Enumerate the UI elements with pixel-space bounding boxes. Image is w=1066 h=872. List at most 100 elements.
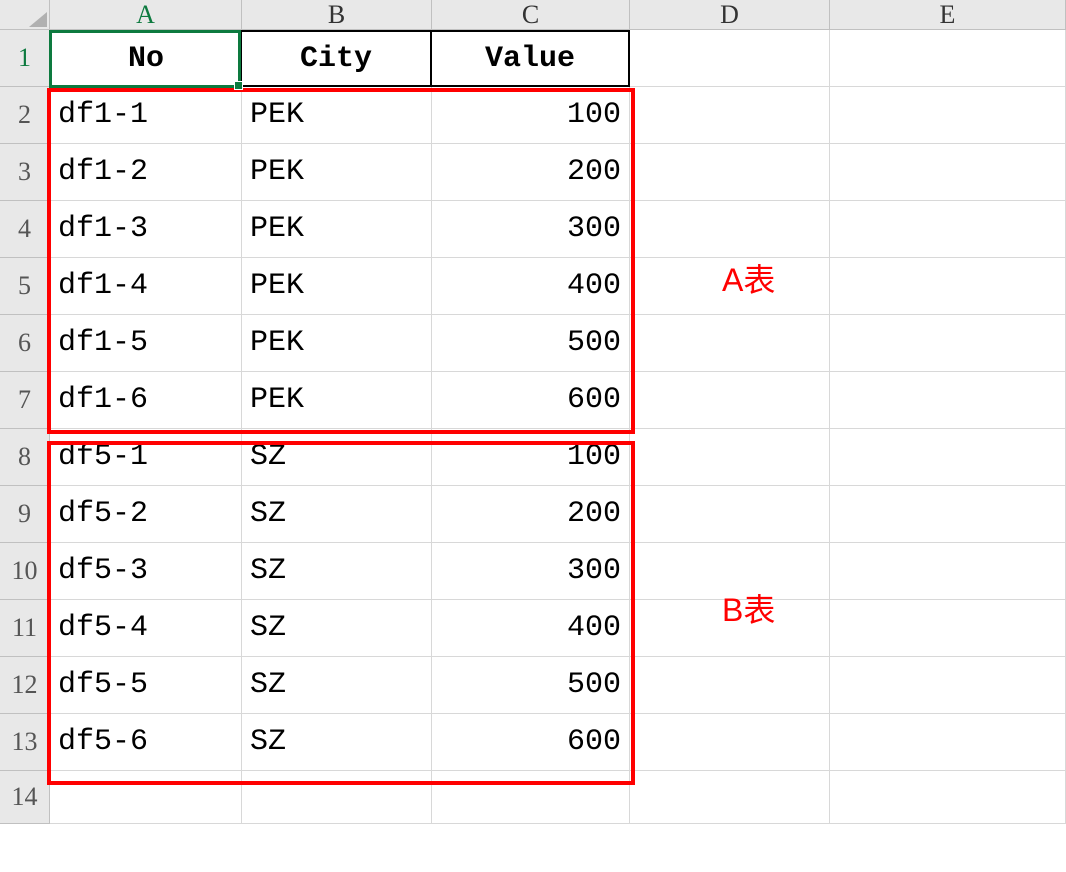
cell-b14[interactable] [242, 771, 432, 824]
cell-c9[interactable]: 200 [432, 486, 630, 543]
cell-d8[interactable] [630, 429, 830, 486]
row-header-2[interactable]: 2 [0, 87, 50, 144]
cell-c1[interactable]: Value [432, 30, 630, 87]
cell-d2[interactable] [630, 87, 830, 144]
cell-a2[interactable]: df1-1 [50, 87, 242, 144]
cell-a9[interactable]: df5-2 [50, 486, 242, 543]
row-header-14[interactable]: 14 [0, 771, 50, 824]
cell-b1[interactable]: City [242, 30, 432, 87]
cell-e8[interactable] [830, 429, 1066, 486]
cell-e14[interactable] [830, 771, 1066, 824]
cell-a10[interactable]: df5-3 [50, 543, 242, 600]
cell-b9[interactable]: SZ [242, 486, 432, 543]
row-header-12[interactable]: 12 [0, 657, 50, 714]
cell-b10[interactable]: SZ [242, 543, 432, 600]
cell-e10[interactable] [830, 543, 1066, 600]
cell-d7[interactable] [630, 372, 830, 429]
cell-d12[interactable] [630, 657, 830, 714]
cell-b6[interactable]: PEK [242, 315, 432, 372]
cell-b4[interactable]: PEK [242, 201, 432, 258]
cell-a4[interactable]: df1-3 [50, 201, 242, 258]
cell-a6[interactable]: df1-5 [50, 315, 242, 372]
cell-c3[interactable]: 200 [432, 144, 630, 201]
cell-d14[interactable] [630, 771, 830, 824]
row-header-11[interactable]: 11 [0, 600, 50, 657]
cell-c2[interactable]: 100 [432, 87, 630, 144]
cell-c12[interactable]: 500 [432, 657, 630, 714]
cell-e1[interactable] [830, 30, 1066, 87]
table-row: 8 df5-1 SZ 100 [0, 429, 1066, 486]
cell-d9[interactable] [630, 486, 830, 543]
row-header-4[interactable]: 4 [0, 201, 50, 258]
cell-a7[interactable]: df1-6 [50, 372, 242, 429]
column-header-e[interactable]: E [830, 0, 1066, 30]
cell-d1[interactable] [630, 30, 830, 87]
cell-d6[interactable] [630, 315, 830, 372]
cell-e7[interactable] [830, 372, 1066, 429]
cell-a1[interactable]: No [50, 30, 242, 87]
row-header-5[interactable]: 5 [0, 258, 50, 315]
cell-a5[interactable]: df1-4 [50, 258, 242, 315]
cell-d3[interactable] [630, 144, 830, 201]
row-header-1[interactable]: 1 [0, 30, 50, 87]
annotation-label-a: A表 [722, 255, 775, 301]
cell-e5[interactable] [830, 258, 1066, 315]
cell-b13[interactable]: SZ [242, 714, 432, 771]
cell-b5[interactable]: PEK [242, 258, 432, 315]
cell-a3[interactable]: df1-2 [50, 144, 242, 201]
table-row: 13 df5-6 SZ 600 [0, 714, 1066, 771]
column-header-d[interactable]: D [630, 0, 830, 30]
cell-e4[interactable] [830, 201, 1066, 258]
cell-e13[interactable] [830, 714, 1066, 771]
cell-b3[interactable]: PEK [242, 144, 432, 201]
column-header-b[interactable]: B [242, 0, 432, 30]
cell-a14[interactable] [50, 771, 242, 824]
cell-c7[interactable]: 600 [432, 372, 630, 429]
table-row: 7 df1-6 PEK 600 [0, 372, 1066, 429]
cell-c5[interactable]: 400 [432, 258, 630, 315]
table-row: 9 df5-2 SZ 200 [0, 486, 1066, 543]
table-row: 1 No City Value [0, 30, 1066, 87]
select-all-corner[interactable] [0, 0, 50, 30]
row-header-10[interactable]: 10 [0, 543, 50, 600]
table-row: 4 df1-3 PEK 300 [0, 201, 1066, 258]
table-row: 11 df5-4 SZ 400 [0, 600, 1066, 657]
row-header-13[interactable]: 13 [0, 714, 50, 771]
cell-e9[interactable] [830, 486, 1066, 543]
table-row: 2 df1-1 PEK 100 [0, 87, 1066, 144]
cell-c4[interactable]: 300 [432, 201, 630, 258]
cell-c14[interactable] [432, 771, 630, 824]
cell-e3[interactable] [830, 144, 1066, 201]
cell-a12[interactable]: df5-5 [50, 657, 242, 714]
row-header-9[interactable]: 9 [0, 486, 50, 543]
cell-b12[interactable]: SZ [242, 657, 432, 714]
annotation-label-b: B表 [722, 585, 775, 631]
cell-e2[interactable] [830, 87, 1066, 144]
cell-b11[interactable]: SZ [242, 600, 432, 657]
table-row: 14 [0, 771, 1066, 824]
row-header-3[interactable]: 3 [0, 144, 50, 201]
column-header-a[interactable]: A [50, 0, 242, 30]
cell-d13[interactable] [630, 714, 830, 771]
cell-d4[interactable] [630, 201, 830, 258]
cell-c10[interactable]: 300 [432, 543, 630, 600]
cell-c8[interactable]: 100 [432, 429, 630, 486]
cell-e11[interactable] [830, 600, 1066, 657]
row-header-8[interactable]: 8 [0, 429, 50, 486]
cell-a11[interactable]: df5-4 [50, 600, 242, 657]
cell-e12[interactable] [830, 657, 1066, 714]
row-header-7[interactable]: 7 [0, 372, 50, 429]
cell-b2[interactable]: PEK [242, 87, 432, 144]
cell-a13[interactable]: df5-6 [50, 714, 242, 771]
column-header-c[interactable]: C [432, 0, 630, 30]
cell-c11[interactable]: 400 [432, 600, 630, 657]
cell-e6[interactable] [830, 315, 1066, 372]
column-headers-row: A B C D E [0, 0, 1066, 30]
cell-b8[interactable]: SZ [242, 429, 432, 486]
cell-b7[interactable]: PEK [242, 372, 432, 429]
data-area: 1 No City Value 2 df1-1 PEK 100 3 df1-2 … [0, 30, 1066, 824]
cell-a8[interactable]: df5-1 [50, 429, 242, 486]
cell-c6[interactable]: 500 [432, 315, 630, 372]
cell-c13[interactable]: 600 [432, 714, 630, 771]
row-header-6[interactable]: 6 [0, 315, 50, 372]
